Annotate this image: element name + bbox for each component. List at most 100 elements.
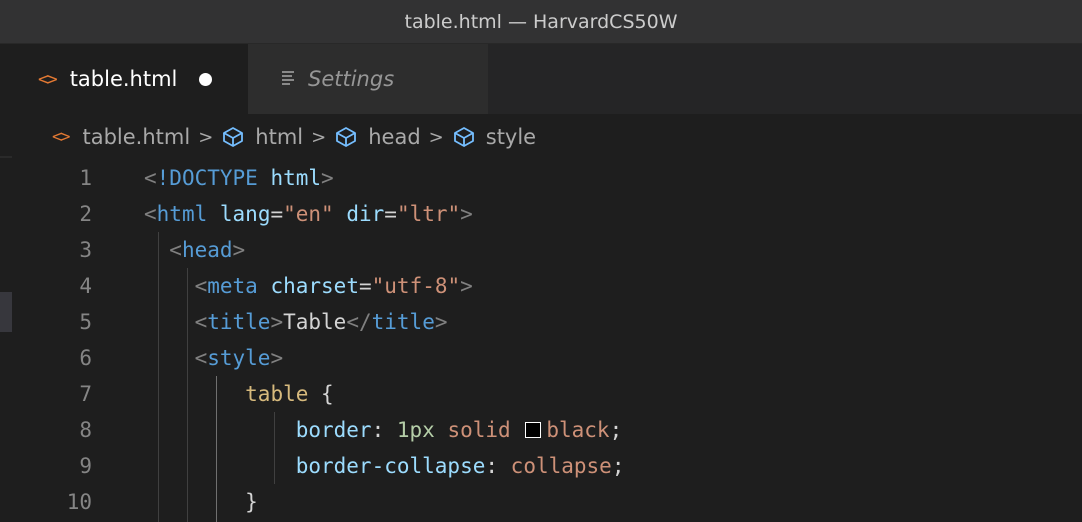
- code-token: >: [321, 166, 334, 190]
- code-token: !DOCTYPE: [156, 166, 258, 190]
- code-token: =: [358, 274, 372, 298]
- code-token: "utf-8": [371, 274, 461, 298]
- code-line[interactable]: 2 <html lang="en" dir="ltr">: [12, 196, 1082, 232]
- code-token: style: [207, 346, 271, 370]
- line-number: 7: [79, 382, 92, 406]
- breadcrumb-item-html[interactable]: html: [221, 125, 303, 149]
- code-token: Table: [283, 310, 347, 334]
- breadcrumb-item-head[interactable]: head: [334, 125, 421, 149]
- code-token: <: [169, 238, 182, 262]
- line-code: border-collapse: collapse;: [144, 448, 625, 484]
- code-token: >: [460, 202, 473, 226]
- code-editor[interactable]: 1 <!DOCTYPE html> 2 <html lang="en" dir="lt…: [12, 160, 1082, 522]
- line-number: 5: [79, 310, 92, 334]
- breadcrumb-item-file[interactable]: <> table.html: [52, 125, 190, 149]
- code-token: html: [156, 202, 208, 226]
- cube-icon: [221, 125, 245, 149]
- menu-lines-icon: [280, 69, 296, 90]
- line-code: }: [144, 484, 258, 520]
- code-token: solid: [447, 418, 511, 442]
- line-number: 10: [66, 490, 92, 514]
- code-line[interactable]: 7 table {: [12, 376, 1082, 412]
- code-token: >: [270, 346, 284, 370]
- code-token: >: [434, 310, 448, 334]
- code-token: :: [371, 418, 397, 442]
- code-token: html: [270, 166, 322, 190]
- breadcrumb: <> table.html > html > head > style: [12, 114, 1082, 160]
- tab-label: Settings: [308, 67, 395, 91]
- code-token: border: [295, 418, 372, 442]
- code-brackets-icon: <>: [38, 68, 58, 90]
- code-token: >: [232, 238, 246, 262]
- code-line[interactable]: 8 border: 1px solid black;: [12, 412, 1082, 448]
- code-token: =: [270, 202, 284, 226]
- code-token: meta: [207, 274, 258, 298]
- code-line[interactable]: 10 }: [12, 484, 1082, 520]
- line-code: <html lang="en" dir="ltr">: [144, 196, 473, 232]
- activity-divider: [0, 156, 12, 158]
- breadcrumb-item-style[interactable]: style: [452, 125, 536, 149]
- line-number: 3: [79, 238, 92, 262]
- chevron-right-icon: >: [311, 126, 327, 148]
- line-number: 6: [79, 346, 92, 370]
- line-code: table {: [144, 376, 334, 412]
- line-code: <title>Table</title>: [144, 304, 448, 340]
- activity-active-indicator[interactable]: [0, 292, 12, 332]
- cube-icon: [334, 125, 358, 149]
- line-number: 9: [79, 454, 92, 478]
- unsaved-dot-icon[interactable]: [199, 72, 213, 86]
- activity-bar-edge: [0, 44, 12, 518]
- code-line[interactable]: 5 <title>Table</title>: [12, 304, 1082, 340]
- color-swatch[interactable]: [525, 422, 542, 438]
- code-token: ;: [611, 454, 625, 478]
- tab-label: table.html: [69, 67, 178, 91]
- chevron-right-icon: >: [428, 126, 444, 148]
- editor-tab-bar: <> table.html Settings: [12, 44, 1082, 114]
- line-code: <head>: [144, 232, 245, 268]
- code-token: black: [546, 418, 610, 442]
- code-token: <: [144, 202, 157, 226]
- code-line[interactable]: 9 border-collapse: collapse;: [12, 448, 1082, 484]
- breadcrumb-label: html: [255, 125, 304, 149]
- line-number: 8: [79, 418, 92, 442]
- breadcrumb-label: table.html: [82, 125, 191, 149]
- code-line[interactable]: 4 <meta charset="utf-8">: [12, 268, 1082, 304]
- code-token: head: [181, 238, 233, 262]
- code-token: </: [346, 310, 372, 334]
- code-token: =: [384, 202, 397, 226]
- line-code: border: 1px solid black;: [144, 412, 623, 448]
- code-token: >: [460, 274, 473, 298]
- code-token: charset: [270, 274, 359, 298]
- code-token: ;: [609, 418, 623, 442]
- code-brackets-icon: <>: [52, 127, 71, 147]
- code-token: lang: [219, 202, 271, 226]
- line-number: 2: [79, 202, 92, 226]
- code-token: :: [485, 454, 511, 478]
- code-line[interactable]: 1 <!DOCTYPE html>: [12, 160, 1082, 196]
- tab-settings[interactable]: Settings: [248, 44, 488, 114]
- window-titlebar: table.html — HarvardCS50W: [0, 0, 1082, 44]
- code-line[interactable]: 6 <style>: [12, 340, 1082, 376]
- code-token: 1px: [396, 418, 435, 442]
- code-token: <: [194, 310, 208, 334]
- code-line[interactable]: 3 <head>: [12, 232, 1082, 268]
- line-code: <!DOCTYPE html>: [144, 160, 334, 196]
- cube-icon: [452, 125, 476, 149]
- code-token: "ltr": [396, 202, 461, 226]
- line-code: <style>: [144, 340, 284, 376]
- breadcrumb-label: style: [485, 125, 537, 149]
- tab-table-html[interactable]: <> table.html: [12, 44, 248, 114]
- code-token: >: [270, 310, 284, 334]
